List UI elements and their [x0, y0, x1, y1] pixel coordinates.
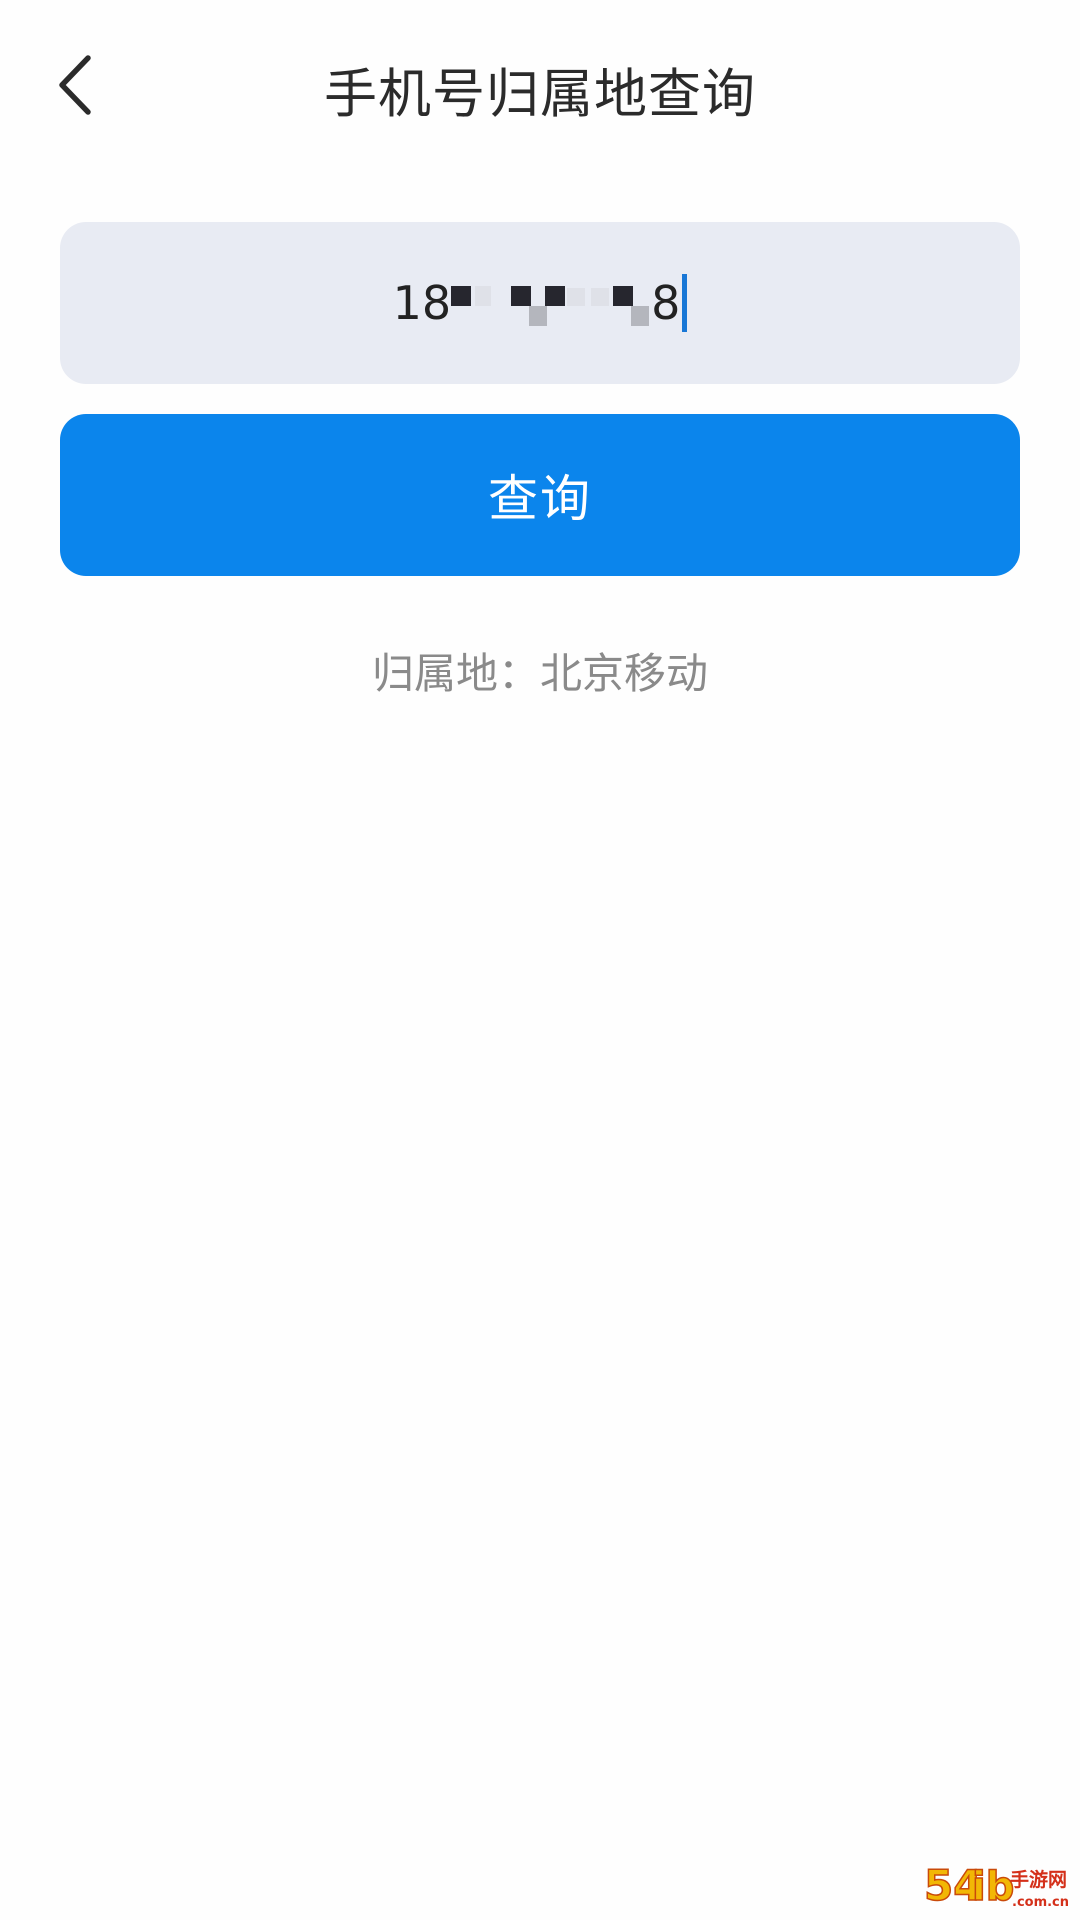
query-button[interactable]: 查询 [60, 414, 1020, 576]
svg-text:手游网: 手游网 [1010, 1868, 1067, 1891]
phone-suffix: 8 [651, 276, 681, 330]
location-result: 归属地：北京移动 [371, 649, 708, 698]
phone-prefix: 18 [392, 276, 452, 330]
navigation-bar: 手机号归属地查询 [0, 0, 1080, 180]
watermark-logo: 54 ib 手游网 .com.cn [923, 1860, 1069, 1911]
phone-number-value: 18 8 [393, 268, 688, 338]
svg-text:ib: ib [972, 1864, 1014, 1910]
phone-number-input[interactable]: 18 8 [60, 222, 1020, 384]
text-caret [682, 274, 688, 332]
page-title: 手机号归属地查询 [324, 64, 756, 125]
pixelated-mask [451, 268, 651, 338]
svg-text:.com.cn: .com.cn [1012, 1895, 1069, 1910]
query-button-label: 查询 [488, 470, 592, 528]
site-watermark: 54 ib 手游网 .com.cn [922, 1856, 1072, 1916]
